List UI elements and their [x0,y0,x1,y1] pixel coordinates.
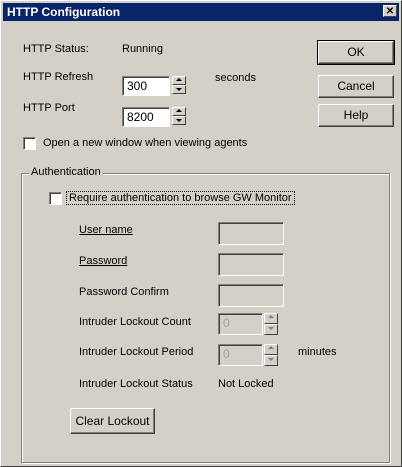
spin-up-icon[interactable] [264,313,278,324]
open-window-checkbox-label[interactable]: Open a new window when viewing agents [43,137,247,149]
password-input[interactable] [218,253,284,276]
http-status-label: HTTP Status: [23,43,89,55]
spin-down-icon[interactable] [172,85,186,94]
lockout-status-label: Intruder Lockout Status [79,378,193,390]
spin-up-icon[interactable] [172,76,186,85]
spin-down-icon[interactable] [172,116,186,125]
spin-down-icon[interactable] [264,324,278,335]
http-refresh-unit: seconds [215,72,256,84]
help-button[interactable]: Help [318,104,394,127]
title-bar[interactable]: HTTP Configuration ✕ [3,3,399,21]
lockout-status-value: Not Locked [218,378,274,390]
http-configuration-dialog: HTTP Configuration ✕ HTTP Status: Runnin… [0,0,402,467]
require-authentication-checkbox[interactable] [49,192,62,205]
password-label-text: Password [79,255,128,267]
cancel-button[interactable]: Cancel [318,75,394,98]
ok-button[interactable]: OK [317,40,395,65]
spin-down-icon[interactable] [264,355,278,366]
lockout-count-input[interactable]: 0 [218,313,263,335]
http-refresh-input[interactable]: 300 [122,76,170,96]
password-confirm-label: Password Confirm [79,286,169,298]
http-port-label: HTTP Port [23,102,75,114]
http-port-spinner[interactable] [172,107,186,127]
http-refresh-spinner[interactable] [172,76,186,96]
http-port-input[interactable]: 8200 [122,107,170,127]
http-refresh-label: HTTP Refresh [23,71,94,83]
http-status-value: Running [122,43,163,55]
close-icon[interactable]: ✕ [383,5,397,17]
require-authentication-label[interactable]: Require authentication to browse GW Moni… [66,191,295,205]
password-label: Password [79,255,127,267]
lockout-count-spinner[interactable] [264,313,278,335]
authentication-group-label: Authentication [29,166,103,178]
lockout-count-label: Intruder Lockout Count [79,316,191,328]
clear-lockout-button[interactable]: Clear Lockout [70,408,155,434]
lockout-period-spinner[interactable] [264,344,278,366]
spin-up-icon[interactable] [264,344,278,355]
lockout-period-label: Intruder Lockout Period [79,346,194,358]
password-confirm-input[interactable] [218,284,284,307]
username-input[interactable] [218,222,284,245]
open-window-checkbox[interactable] [23,137,36,150]
spin-up-icon[interactable] [172,107,186,116]
lockout-period-unit: minutes [298,346,337,358]
window-title: HTTP Configuration [7,5,121,19]
username-label: User name [79,224,133,236]
lockout-period-input[interactable]: 0 [218,344,263,366]
username-label-text: User name [79,224,133,236]
